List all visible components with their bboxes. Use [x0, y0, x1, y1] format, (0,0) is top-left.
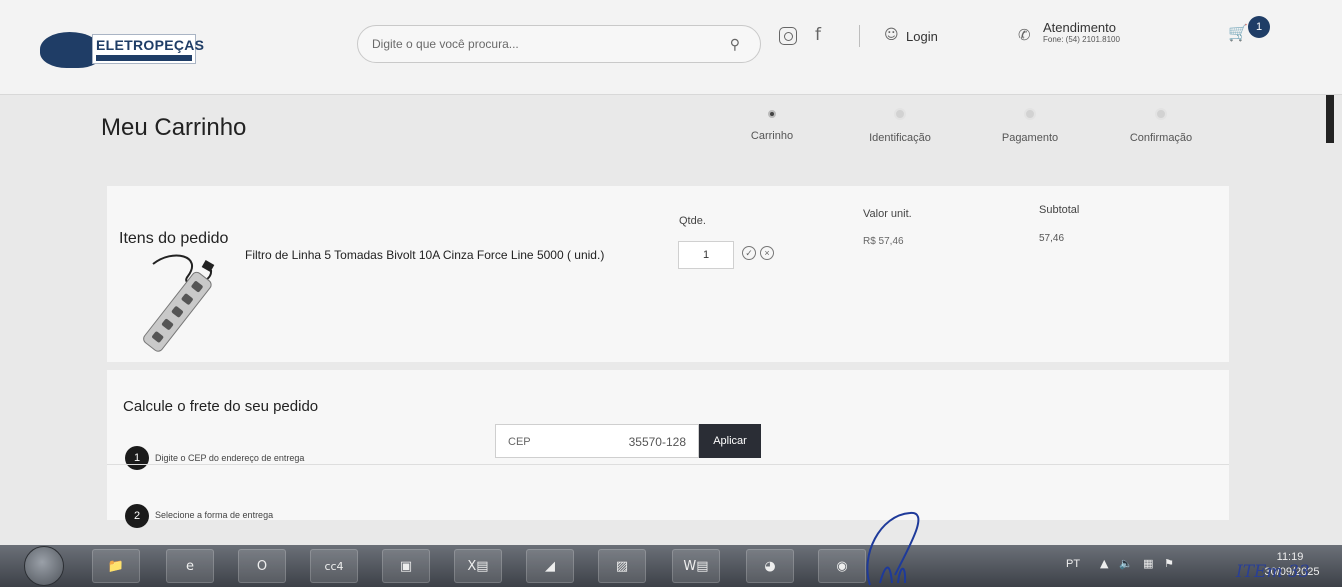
product-image[interactable] — [133, 246, 223, 356]
start-button[interactable] — [24, 546, 64, 586]
order-items-card: Itens do pedido Qtde. Valor unit. Subtot… — [107, 186, 1229, 362]
shipping-step-2-text[interactable]: Selecione a forma de entrega — [155, 510, 273, 520]
header-divider — [859, 25, 860, 47]
taskbar-image-icon[interactable]: ▣ — [382, 549, 430, 583]
phone-icon: ✆ — [1018, 26, 1031, 44]
step-dot — [1155, 108, 1167, 120]
shipping-step-1-badge: 1 — [125, 446, 149, 470]
taskbar-book-icon[interactable]: ◢ — [526, 549, 574, 583]
taskbar-word-icon[interactable]: W▤ — [672, 549, 720, 583]
product-name-link[interactable]: Filtro de Linha 5 Tomadas Bivolt 10A Cin… — [245, 248, 645, 263]
search-input[interactable] — [372, 34, 702, 54]
step-dot — [894, 108, 906, 120]
system-tray-icons[interactable]: ▲ 🔈 ▦ ⚑ — [1100, 557, 1174, 570]
step-label: Pagamento — [1001, 132, 1059, 144]
atendimento-phone: Fone: (54) 2101.8100 — [1043, 35, 1120, 44]
step-label: Confirmação — [1129, 132, 1193, 144]
taskbar-opera-icon[interactable]: O — [238, 549, 286, 583]
site-header: ELETROPEÇAS ⚲ f ☺ Login ✆ Atendimento Fo… — [0, 0, 1342, 95]
search-bar: ⚲ — [357, 25, 761, 63]
step-identificacao: Identificação — [845, 108, 955, 144]
cart-icon[interactable]: 🛒 — [1228, 23, 1248, 42]
step-confirmacao: Confirmação — [1106, 108, 1216, 144]
step-dot — [1024, 108, 1036, 120]
taskbar-ie-icon[interactable]: e — [166, 549, 214, 583]
logo-text: ELETROPEÇAS — [96, 37, 205, 53]
taskbar-scanner-icon[interactable]: ▨ — [598, 549, 646, 583]
apply-cep-button[interactable]: Aplicar — [699, 424, 761, 458]
logo-bar — [96, 55, 192, 61]
cep-input[interactable]: 35570-128 — [629, 435, 686, 449]
column-qty: Qtde. — [679, 215, 706, 227]
handwritten-signature — [866, 511, 920, 586]
shipping-divider — [107, 464, 1229, 465]
taskbar-chrome-icon[interactable]: ◕ — [746, 549, 794, 583]
column-subtotal: Subtotal — [1039, 204, 1080, 216]
atendimento-title[interactable]: Atendimento — [1043, 20, 1116, 35]
step-label: Carrinho — [750, 130, 794, 142]
step-carrinho: Carrinho — [717, 108, 827, 142]
facebook-icon[interactable]: f — [815, 25, 821, 45]
taskbar-cc4-icon[interactable]: cc4 — [310, 549, 358, 583]
eletropecas-logo[interactable]: ELETROPEÇAS — [40, 28, 204, 72]
scrollbar-thumb[interactable] — [1326, 95, 1334, 143]
instagram-icon[interactable] — [779, 27, 797, 45]
shipping-step-1-text: Digite o CEP do endereço de entrega — [155, 453, 305, 463]
column-unit-price: Valor unit. — [863, 208, 912, 220]
taskbar-language[interactable]: PT — [1066, 558, 1080, 570]
user-icon[interactable]: ☺ — [884, 27, 899, 43]
cep-label: CEP — [508, 436, 531, 448]
login-link[interactable]: Login — [906, 29, 938, 44]
cart-count-badge[interactable]: 1 — [1248, 16, 1270, 38]
quantity-input[interactable] — [678, 241, 734, 269]
step-label: Identificação — [869, 132, 931, 144]
page-title: Meu Carrinho — [101, 114, 247, 141]
unit-price-value: R$ 57,46 — [863, 236, 904, 247]
cep-field[interactable]: CEP 35570-128 — [495, 424, 699, 458]
remove-item-icon[interactable]: × — [760, 246, 774, 260]
step-pagamento: Pagamento — [975, 108, 1085, 144]
subtotal-value: 57,46 — [1039, 233, 1065, 244]
handwritten-note: ITEm 33 — [1236, 562, 1310, 582]
shipping-card: Calcule o frete do seu pedido 1 Digite o… — [107, 370, 1229, 528]
taskbar-excel-icon[interactable]: X▤ — [454, 549, 502, 583]
search-icon[interactable]: ⚲ — [730, 36, 740, 53]
shipping-title: Calcule o frete do seu pedido — [123, 398, 319, 415]
update-check-icon[interactable]: ✓ — [742, 246, 756, 260]
windows-taskbar: 📁 e O cc4 ▣ X▤ ◢ ▨ W▤ ◕ ◉ PT ▲ 🔈 ▦ ⚑ 11:… — [0, 545, 1342, 587]
step-dot-active — [768, 110, 776, 118]
taskbar-folder-icon[interactable]: 📁 — [92, 549, 140, 583]
shipping-step-2-badge: 2 — [125, 504, 149, 528]
